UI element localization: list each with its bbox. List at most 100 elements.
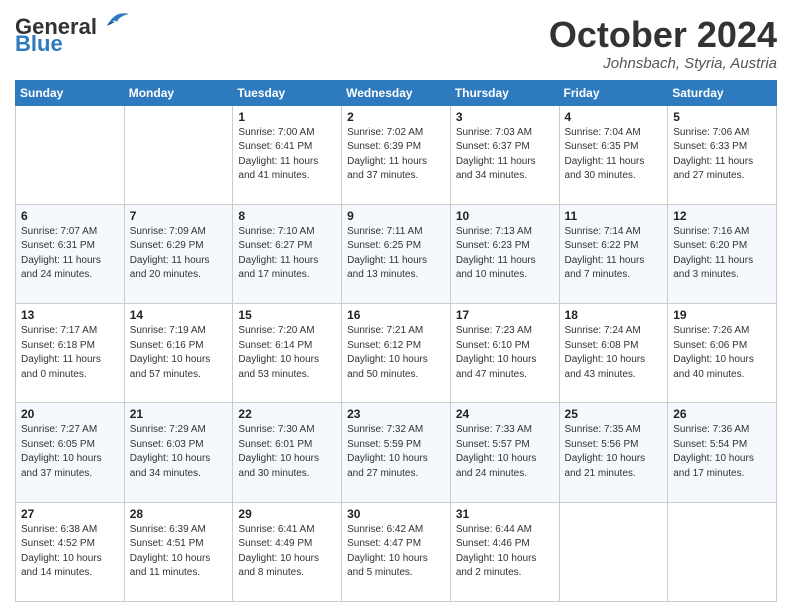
calendar-cell: 23 Sunrise: 7:32 AMSunset: 5:59 PMDayligh… xyxy=(342,403,451,502)
calendar-cell: 5Sunrise: 7:06 AMSunset: 6:33 PMDaylight… xyxy=(668,105,777,204)
day-info: Sunrise: 7:02 AMSunset: 6:39 PMDaylight:… xyxy=(347,126,445,184)
day-number: 24 xyxy=(456,407,554,421)
calendar-cell: 31 Sunrise: 6:44 AMSunset: 4:46 PMDayligh… xyxy=(450,502,559,601)
calendar-cell xyxy=(559,502,668,601)
calendar-cell xyxy=(668,502,777,601)
day-number: 28 xyxy=(130,507,228,521)
day-info: Sunrise: 7:10 AMSunset: 6:27 PMDaylight:… xyxy=(238,225,336,283)
day-number: 13 xyxy=(21,308,119,322)
day-info: Sunrise: 7:14 AMSunset: 6:22 PMDaylight:… xyxy=(565,225,663,283)
day-info: Sunrise: 7:24 AMSunset: 6:08 PMDaylight:… xyxy=(565,324,663,382)
calendar-week-3: 13 Sunrise: 7:17 AMSunset: 6:18 PMDayligh… xyxy=(16,304,777,403)
logo-bird-icon xyxy=(99,8,131,32)
logo: General Blue xyxy=(15,15,131,57)
day-number: 31 xyxy=(456,507,554,521)
day-number: 26 xyxy=(673,407,771,421)
day-number: 14 xyxy=(130,308,228,322)
calendar-week-5: 27 Sunrise: 6:38 AMSunset: 4:52 PMDayligh… xyxy=(16,502,777,601)
day-info: Sunrise: 7:16 AMSunset: 6:20 PMDaylight:… xyxy=(673,225,771,283)
calendar-cell: 28 Sunrise: 6:39 AMSunset: 4:51 PMDayligh… xyxy=(124,502,233,601)
day-info: Sunrise: 7:04 AMSunset: 6:35 PMDaylight:… xyxy=(565,126,663,184)
day-info: Sunrise: 7:35 AMSunset: 5:56 PMDaylight:… xyxy=(565,423,663,481)
day-number: 10 xyxy=(456,209,554,223)
day-number: 4 xyxy=(565,110,663,124)
day-number: 21 xyxy=(130,407,228,421)
day-info: Sunrise: 7:36 AMSunset: 5:54 PMDaylight:… xyxy=(673,423,771,481)
day-info: Sunrise: 7:03 AMSunset: 6:37 PMDaylight:… xyxy=(456,126,554,184)
day-info: Sunrise: 6:38 AMSunset: 4:52 PMDaylight:… xyxy=(21,523,119,581)
calendar-weekday-friday: Friday xyxy=(559,80,668,105)
day-info: Sunrise: 6:44 AMSunset: 4:46 PMDaylight:… xyxy=(456,523,554,581)
calendar-week-4: 20 Sunrise: 7:27 AMSunset: 6:05 PMDayligh… xyxy=(16,403,777,502)
day-number: 27 xyxy=(21,507,119,521)
day-number: 20 xyxy=(21,407,119,421)
day-number: 17 xyxy=(456,308,554,322)
day-info: Sunrise: 7:30 AMSunset: 6:01 PMDaylight:… xyxy=(238,423,336,481)
day-info: Sunrise: 7:07 AMSunset: 6:31 PMDaylight:… xyxy=(21,225,119,283)
calendar-weekday-wednesday: Wednesday xyxy=(342,80,451,105)
day-info: Sunrise: 7:32 AMSunset: 5:59 PMDaylight:… xyxy=(347,423,445,481)
calendar-weekday-tuesday: Tuesday xyxy=(233,80,342,105)
day-info: Sunrise: 7:11 AMSunset: 6:25 PMDaylight:… xyxy=(347,225,445,283)
day-info: Sunrise: 7:33 AMSunset: 5:57 PMDaylight:… xyxy=(456,423,554,481)
calendar-weekday-saturday: Saturday xyxy=(668,80,777,105)
calendar-header-row: SundayMondayTuesdayWednesdayThursdayFrid… xyxy=(16,80,777,105)
calendar-cell: 25 Sunrise: 7:35 AMSunset: 5:56 PMDayligh… xyxy=(559,403,668,502)
day-info: Sunrise: 7:26 AMSunset: 6:06 PMDaylight:… xyxy=(673,324,771,382)
day-info: Sunrise: 7:27 AMSunset: 6:05 PMDaylight:… xyxy=(21,423,119,481)
day-info: Sunrise: 7:19 AMSunset: 6:16 PMDaylight:… xyxy=(130,324,228,382)
calendar-cell: 8Sunrise: 7:10 AMSunset: 6:27 PMDaylight… xyxy=(233,204,342,303)
day-number: 30 xyxy=(347,507,445,521)
calendar-cell: 21 Sunrise: 7:29 AMSunset: 6:03 PMDayligh… xyxy=(124,403,233,502)
calendar-cell: 10 Sunrise: 7:13 AMSunset: 6:23 PMDayligh… xyxy=(450,204,559,303)
day-number: 7 xyxy=(130,209,228,223)
calendar-cell: 27 Sunrise: 6:38 AMSunset: 4:52 PMDayligh… xyxy=(16,502,125,601)
calendar-cell: 7Sunrise: 7:09 AMSunset: 6:29 PMDaylight… xyxy=(124,204,233,303)
day-info: Sunrise: 7:21 AMSunset: 6:12 PMDaylight:… xyxy=(347,324,445,382)
day-number: 29 xyxy=(238,507,336,521)
calendar-cell: 2 Sunrise: 7:02 AMSunset: 6:39 PMDaylight… xyxy=(342,105,451,204)
day-info: Sunrise: 7:23 AMSunset: 6:10 PMDaylight:… xyxy=(456,324,554,382)
day-number: 9 xyxy=(347,209,445,223)
day-info: Sunrise: 6:39 AMSunset: 4:51 PMDaylight:… xyxy=(130,523,228,581)
calendar-weekday-thursday: Thursday xyxy=(450,80,559,105)
calendar-cell: 16 Sunrise: 7:21 AMSunset: 6:12 PMDayligh… xyxy=(342,304,451,403)
calendar-body: 1 Sunrise: 7:00 AMSunset: 6:41 PMDaylight… xyxy=(16,105,777,601)
day-info: Sunrise: 7:29 AMSunset: 6:03 PMDaylight:… xyxy=(130,423,228,481)
calendar-cell: 13 Sunrise: 7:17 AMSunset: 6:18 PMDayligh… xyxy=(16,304,125,403)
day-number: 12 xyxy=(673,209,771,223)
day-info: Sunrise: 6:42 AMSunset: 4:47 PMDaylight:… xyxy=(347,523,445,581)
calendar-cell: 22Sunrise: 7:30 AMSunset: 6:01 PMDayligh… xyxy=(233,403,342,502)
day-number: 19 xyxy=(673,308,771,322)
calendar-cell: 9 Sunrise: 7:11 AMSunset: 6:25 PMDaylight… xyxy=(342,204,451,303)
calendar-cell: 30 Sunrise: 6:42 AMSunset: 4:47 PMDayligh… xyxy=(342,502,451,601)
day-number: 11 xyxy=(565,209,663,223)
header: General Blue October 2024 Johnsbach, Sty… xyxy=(15,15,777,72)
day-number: 1 xyxy=(238,110,336,124)
day-number: 25 xyxy=(565,407,663,421)
day-number: 16 xyxy=(347,308,445,322)
day-info: Sunrise: 7:20 AMSunset: 6:14 PMDaylight:… xyxy=(238,324,336,382)
calendar-weekday-sunday: Sunday xyxy=(16,80,125,105)
calendar-cell xyxy=(16,105,125,204)
day-number: 18 xyxy=(565,308,663,322)
day-number: 23 xyxy=(347,407,445,421)
calendar-cell: 20 Sunrise: 7:27 AMSunset: 6:05 PMDayligh… xyxy=(16,403,125,502)
calendar-cell: 24 Sunrise: 7:33 AMSunset: 5:57 PMDayligh… xyxy=(450,403,559,502)
day-number: 15 xyxy=(238,308,336,322)
calendar-cell xyxy=(124,105,233,204)
title-block: October 2024 Johnsbach, Styria, Austria xyxy=(549,15,777,72)
calendar-weekday-monday: Monday xyxy=(124,80,233,105)
calendar-cell: 4 Sunrise: 7:04 AMSunset: 6:35 PMDaylight… xyxy=(559,105,668,204)
day-info: Sunrise: 7:17 AMSunset: 6:18 PMDaylight:… xyxy=(21,324,119,382)
calendar-table: SundayMondayTuesdayWednesdayThursdayFrid… xyxy=(15,80,777,602)
calendar-cell: 26 Sunrise: 7:36 AMSunset: 5:54 PMDayligh… xyxy=(668,403,777,502)
calendar-cell: 11 Sunrise: 7:14 AMSunset: 6:22 PMDayligh… xyxy=(559,204,668,303)
calendar-cell: 12 Sunrise: 7:16 AMSunset: 6:20 PMDayligh… xyxy=(668,204,777,303)
calendar-cell: 6Sunrise: 7:07 AMSunset: 6:31 PMDaylight… xyxy=(16,204,125,303)
day-info: Sunrise: 7:00 AMSunset: 6:41 PMDaylight:… xyxy=(238,126,336,184)
day-number: 2 xyxy=(347,110,445,124)
calendar-week-1: 1 Sunrise: 7:00 AMSunset: 6:41 PMDaylight… xyxy=(16,105,777,204)
logo-blue: Blue xyxy=(15,31,63,57)
day-info: Sunrise: 7:13 AMSunset: 6:23 PMDaylight:… xyxy=(456,225,554,283)
